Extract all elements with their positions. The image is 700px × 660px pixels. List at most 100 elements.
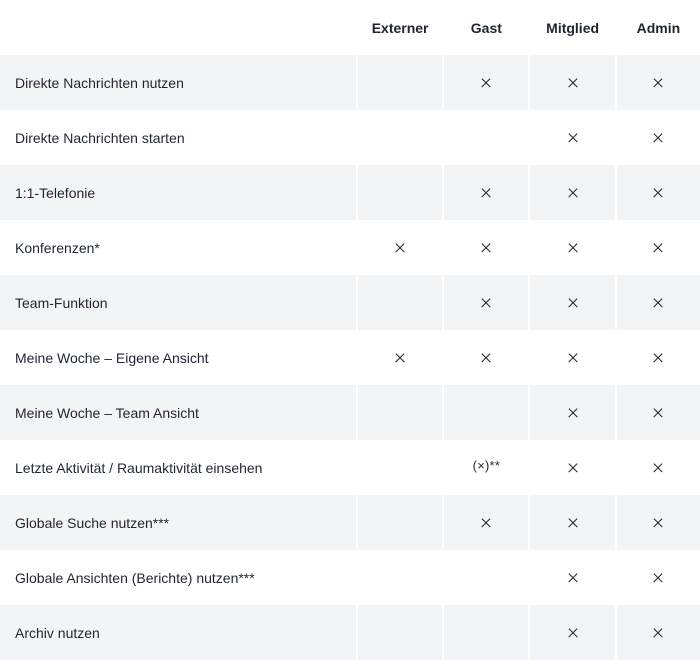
x-mark-icon (568, 188, 578, 198)
cell-admin (616, 440, 700, 495)
row-label: 1:1-Telefonie (0, 165, 356, 220)
cell-admin (616, 275, 700, 330)
x-mark-icon (653, 518, 663, 528)
table-row: Konferenzen* (0, 220, 700, 275)
cell-admin (616, 220, 700, 275)
cell-externer (357, 495, 443, 550)
x-mark-icon (568, 243, 578, 253)
cell-admin (616, 550, 700, 605)
cell-externer (357, 440, 443, 495)
x-mark-icon (653, 133, 663, 143)
cell-externer (357, 550, 443, 605)
x-mark-icon (568, 133, 578, 143)
cell-gast (444, 385, 529, 440)
x-mark-icon (653, 298, 663, 308)
table-row: Meine Woche – Team Ansicht (0, 385, 700, 440)
table-row: Team-Funktion (0, 275, 700, 330)
x-mark-icon (568, 518, 578, 528)
column-header-externer: Externer (357, 0, 443, 55)
cell-mitglied (530, 330, 615, 385)
cell-gast (444, 110, 529, 165)
cell-externer (357, 275, 443, 330)
x-mark-icon (653, 463, 663, 473)
cell-admin (616, 55, 700, 110)
x-mark-icon (568, 463, 578, 473)
cell-mitglied (530, 550, 615, 605)
cell-gast (444, 550, 529, 605)
cell-mitglied (530, 165, 615, 220)
table-row: Letzte Aktivität / Raumaktivität einsehe… (0, 440, 700, 495)
x-mark-icon (395, 243, 405, 253)
permissions-table: Externer Gast Mitglied Admin Direkte Nac… (0, 0, 700, 660)
row-label: Direkte Nachrichten nutzen (0, 55, 356, 110)
column-header-mitglied: Mitglied (530, 0, 615, 55)
row-label: Meine Woche – Eigene Ansicht (0, 330, 356, 385)
x-mark-icon (481, 298, 491, 308)
x-mark-icon (568, 573, 578, 583)
x-mark-icon (653, 353, 663, 363)
cell-mitglied (530, 495, 615, 550)
cell-externer (357, 330, 443, 385)
x-mark-icon (481, 243, 491, 253)
row-label: Globale Ansichten (Berichte) nutzen*** (0, 550, 356, 605)
table-row: Direkte Nachrichten nutzen (0, 55, 700, 110)
cell-admin (616, 605, 700, 660)
x-mark-icon (653, 628, 663, 638)
x-mark-icon (653, 188, 663, 198)
x-mark-icon (653, 78, 663, 88)
cell-gast (444, 605, 529, 660)
x-mark-icon (395, 353, 405, 363)
cell-mitglied (530, 220, 615, 275)
cell-mitglied (530, 55, 615, 110)
table-row: Meine Woche – Eigene Ansicht (0, 330, 700, 385)
x-mark-icon (481, 353, 491, 363)
cell-externer (357, 605, 443, 660)
cell-admin (616, 165, 700, 220)
cell-gast (444, 220, 529, 275)
cell-externer (357, 110, 443, 165)
cell-externer (357, 220, 443, 275)
cell-mitglied (530, 605, 615, 660)
x-mark-icon (481, 188, 491, 198)
x-mark-icon (653, 243, 663, 253)
cell-gast (444, 330, 529, 385)
cell-gast (444, 55, 529, 110)
table-row: Globale Suche nutzen*** (0, 495, 700, 550)
cell-admin (616, 495, 700, 550)
cell-externer (357, 55, 443, 110)
row-label: Konferenzen* (0, 220, 356, 275)
x-mark-icon (568, 353, 578, 363)
cell-admin (616, 110, 700, 165)
cell-gast (444, 275, 529, 330)
x-mark-icon (481, 518, 491, 528)
row-label: Archiv nutzen (0, 605, 356, 660)
table-row: Direkte Nachrichten starten (0, 110, 700, 165)
cell-gast (444, 165, 529, 220)
column-header-admin: Admin (616, 0, 700, 55)
cell-externer (357, 385, 443, 440)
x-mark-icon (653, 573, 663, 583)
table-row: Archiv nutzen (0, 605, 700, 660)
table-header-row: Externer Gast Mitglied Admin (0, 0, 700, 55)
x-mark-icon (568, 298, 578, 308)
cell-mitglied (530, 385, 615, 440)
row-label: Globale Suche nutzen*** (0, 495, 356, 550)
header-empty-cell (0, 0, 356, 55)
column-header-gast: Gast (444, 0, 529, 55)
row-label: Letzte Aktivität / Raumaktivität einsehe… (0, 440, 356, 495)
x-mark-icon (568, 78, 578, 88)
table-row: 1:1-Telefonie (0, 165, 700, 220)
row-label: Team-Funktion (0, 275, 356, 330)
cell-admin (616, 330, 700, 385)
partial-mark-text: (×)** (472, 458, 501, 473)
cell-mitglied (530, 275, 615, 330)
cell-mitglied (530, 110, 615, 165)
cell-gast: (×)** (444, 440, 529, 495)
row-label: Meine Woche – Team Ansicht (0, 385, 356, 440)
cell-mitglied (530, 440, 615, 495)
cell-gast (444, 495, 529, 550)
x-mark-icon (481, 78, 491, 88)
x-mark-icon (653, 408, 663, 418)
table-body: Direkte Nachrichten nutzen Direkte Nachri… (0, 55, 700, 660)
table-row: Globale Ansichten (Berichte) nutzen*** (0, 550, 700, 605)
